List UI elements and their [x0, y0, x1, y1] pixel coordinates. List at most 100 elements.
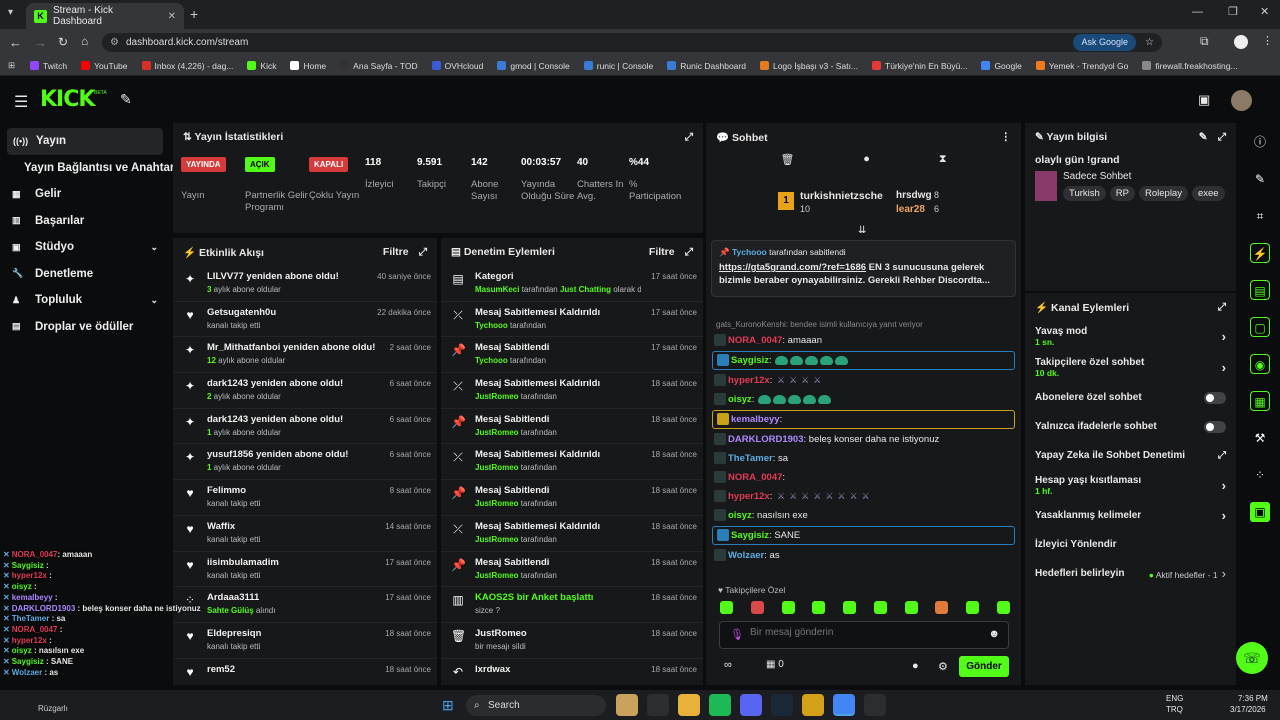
expand-icon[interactable]: ⤢ [685, 131, 693, 144]
bookmark-item[interactable]: Türkiye'nin En Büyü... [872, 61, 967, 71]
feed-row[interactable]: ▥ KAOS2S bir Anket başlattı sizce ? 18 saat… [441, 587, 703, 623]
infinity-icon[interactable]: ∞ [724, 659, 732, 671]
chat-username[interactable]: oisyz [728, 510, 752, 521]
emoji-icon[interactable]: ☻ [988, 628, 1000, 640]
chat-message[interactable]: hyper12x: ⚔ ⚔ ⚔ ⚔ [706, 371, 1021, 390]
bookmark-item[interactable]: Ana Sayfa - TOD [340, 61, 418, 71]
feed-row[interactable]: ▤ Kategori MasumKeci tarafından Just Chatt… [441, 266, 703, 302]
user-avatar[interactable] [1231, 90, 1252, 111]
taskbar-search[interactable]: ⌕ Search [466, 695, 606, 716]
channel-action[interactable]: Yapay Zeka ile Sohbet Denetimi ⤢ [1025, 441, 1236, 470]
apps-icon[interactable]: ⊞ [8, 60, 15, 71]
hamburger-menu-icon[interactable]: ☰ [14, 92, 28, 112]
sidebar-item[interactable]: ((•)) Yayın [7, 128, 163, 155]
chat-settings-icon[interactable]: ● [912, 660, 919, 672]
feed-row[interactable]: ♥ Waffix kanalı takip etti 14 saat önce [173, 516, 437, 552]
emote-icon[interactable] [966, 601, 980, 614]
taskbar-app-icon[interactable] [833, 694, 855, 716]
chat-message[interactable]: oisyz: [706, 390, 1021, 409]
sidebar-item[interactable]: Yayın Bağlantısı ve Anahtarı [0, 155, 178, 182]
send-button[interactable]: Gönder [959, 656, 1009, 677]
maximize-button[interactable]: ❐ [1228, 5, 1238, 18]
edit-icon[interactable]: ✎ [1199, 131, 1208, 143]
tab-close-icon[interactable]: ✕ [168, 11, 176, 22]
pinned-message[interactable]: 📌 Tychooo tarafından sabitlendi https://… [711, 240, 1016, 297]
bookmark-item[interactable]: Kick [247, 61, 276, 71]
bookmark-item[interactable]: Google [981, 61, 1022, 71]
emote-icon[interactable] [720, 601, 733, 614]
feed-row[interactable]: ✦ dark1243 yeniden abone oldu! 1 aylık abo… [173, 409, 437, 445]
wrench-icon[interactable]: ⚒ [1250, 428, 1270, 448]
scroll-down-icon[interactable]: ⇊ [858, 225, 866, 236]
channel-action[interactable]: Takipçilere özel sohbet 10 dk. › [1025, 352, 1236, 383]
activity-filter-button[interactable]: Filtre [383, 246, 409, 258]
app-icon[interactable]: ▣ [1250, 502, 1270, 522]
feed-row[interactable]: 📌 Mesaj Sabitlendi JustRomeo tarafından 18 … [441, 480, 703, 516]
sidebar-item[interactable]: ▣ Stüdyo ⌄ [0, 234, 170, 261]
feed-row[interactable]: 📌 Mesaj Sabitlendi Tychooo tarafından 17 sa… [441, 337, 703, 374]
emote-icon[interactable] [812, 601, 826, 614]
tag-pill[interactable]: exee [1191, 186, 1225, 201]
camera-icon[interactable]: ▣ [1198, 92, 1210, 108]
feed-row[interactable]: 📌 Mesaj Sabitlendi JustRomeo tarafından 18 … [441, 409, 703, 445]
chat-bubble-icon[interactable]: ● [863, 153, 870, 166]
chat-username[interactable]: NORA_0047 [728, 472, 782, 483]
support-chat-button[interactable]: ☏ [1236, 642, 1268, 674]
taskbar-app-icon[interactable] [740, 694, 762, 716]
gear-icon[interactable]: ⚙ [938, 660, 948, 673]
channel-action[interactable]: Hedefleri belirleyin ● Aktif hedefler - 1… [1025, 559, 1236, 588]
hourglass-icon[interactable]: ⧗ [939, 153, 947, 166]
trash-icon[interactable]: 🗑 [780, 153, 794, 166]
taskbar-app-icon[interactable] [709, 694, 731, 716]
channel-action[interactable]: Yavaş mod 1 sn. › [1025, 321, 1236, 352]
chat-message[interactable]: NORA_0047: [706, 468, 1021, 487]
broadcast-icon[interactable]: ◉ [1250, 354, 1270, 374]
chat-input-box[interactable]: 🎙 ☻ [719, 621, 1009, 649]
feed-row[interactable]: ♥ iisimbulamadim kanalı takip etti 17 saat … [173, 552, 437, 588]
toggle-switch[interactable] [1204, 420, 1226, 433]
feed-row[interactable]: ⤫ Mesaj Sabitlemesi Kaldırıldı Tychooo tar… [441, 302, 703, 338]
browser-tab[interactable]: K Stream - Kick Dashboard ✕ [26, 3, 184, 29]
chat-menu-icon[interactable]: ⋮ [1001, 131, 1012, 143]
chat-message[interactable]: Wolzaer: as [706, 546, 1021, 565]
expand-icon[interactable]: ⤢ [685, 246, 693, 259]
chat-username[interactable]: hyper12x [728, 375, 770, 386]
feed-row[interactable]: ♥ rem52 18 saat önce [173, 659, 437, 685]
channel-action[interactable]: Hesap yaşı kısıtlaması 1 hf. › [1025, 470, 1236, 501]
feed-row[interactable]: ⤫ Mesaj Sabitlemesi Kaldırıldı JustRomeo t… [441, 444, 703, 481]
bookmark-item[interactable]: Yemek - Trendyol Go [1035, 61, 1128, 71]
bookmark-star-icon[interactable]: ☆ [1145, 33, 1154, 52]
mic-icon[interactable]: 🎙 [730, 628, 744, 641]
emote-icon[interactable] [935, 601, 949, 614]
chat-username[interactable]: Saygisiz [731, 355, 769, 366]
bookmark-item[interactable]: Runic Dashboard [667, 61, 746, 71]
toggle-switch[interactable] [1204, 391, 1226, 404]
emote-icon[interactable] [996, 601, 1010, 614]
tab-search-icon[interactable]: ▾ [8, 7, 13, 18]
channel-action[interactable]: Yalnızca ifadelerle sohbet [1025, 412, 1236, 441]
channel-action[interactable]: İzleyici Yönlendir [1025, 530, 1236, 559]
taskbar-app-icon[interactable] [864, 694, 886, 716]
tag-pill[interactable]: Roleplay [1139, 186, 1188, 201]
chat-icon[interactable]: ▢ [1250, 317, 1270, 337]
expand-icon[interactable]: ⤢ [1218, 131, 1226, 144]
profile-icon[interactable] [1234, 35, 1248, 49]
chat-message[interactable]: Saygisiz: [712, 351, 1015, 370]
emote-icon[interactable] [904, 601, 918, 614]
taskbar-app-icon[interactable] [678, 694, 700, 716]
feed-row[interactable]: ♥ Felimmo kanalı takip etti 8 saat önce [173, 480, 437, 516]
pencil-icon[interactable]: ✎ [1250, 169, 1270, 189]
sidebar-item[interactable]: 🔧 Denetleme [0, 261, 170, 288]
bookmark-item[interactable]: Inbox (4,226) - dag... [141, 61, 233, 71]
bookmark-item[interactable]: YouTube [81, 61, 128, 71]
emote-icon[interactable] [750, 601, 764, 614]
extensions-icon[interactable]: ⧉ [1200, 34, 1209, 49]
feed-row[interactable]: ⤫ Mesaj Sabitlemesi Kaldırıldı JustRomeo t… [441, 516, 703, 552]
points-icon[interactable]: ▦ [766, 659, 775, 670]
bookmark-item[interactable]: Twitch [30, 61, 67, 71]
chat-username[interactable]: NORA_0047 [728, 335, 782, 346]
chat-username[interactable]: Saygisiz [731, 530, 769, 541]
tag-pill[interactable]: Turkish [1063, 186, 1106, 201]
info-icon[interactable]: ⓘ [1250, 132, 1270, 152]
layout-icon[interactable]: ▦ [1250, 391, 1270, 411]
